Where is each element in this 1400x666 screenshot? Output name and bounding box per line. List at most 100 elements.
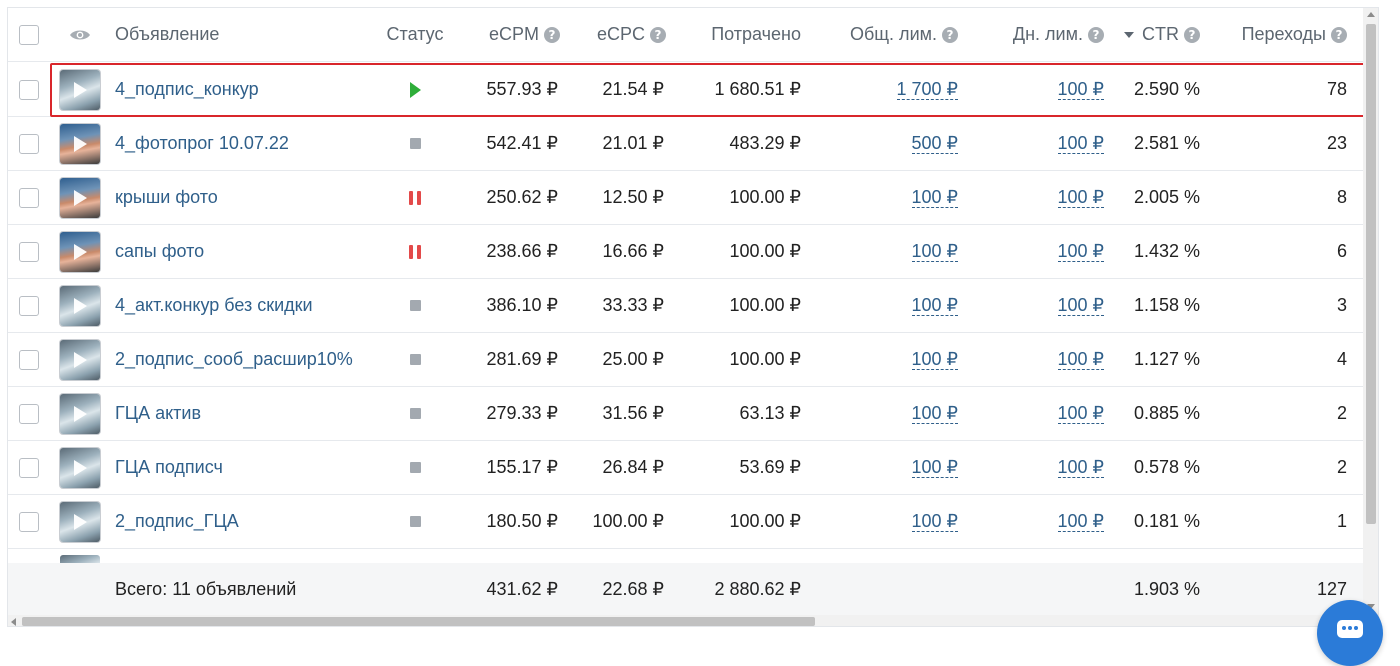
ad-daily-limit-link[interactable]: 100 ₽ xyxy=(1057,511,1104,532)
column-header-clicks[interactable]: Переходы? xyxy=(1208,8,1347,61)
ad-daily-limit-link[interactable]: 100 ₽ xyxy=(1057,133,1104,154)
help-icon[interactable]: ? xyxy=(1184,26,1200,43)
ad-thumbnail[interactable] xyxy=(60,339,100,380)
row-checkbox[interactable] xyxy=(19,349,39,370)
row-select-cell xyxy=(8,387,50,440)
ad-total-limit-link[interactable]: 1 700 ₽ xyxy=(896,79,958,100)
ad-thumbnail[interactable] xyxy=(60,69,100,110)
ad-name-link[interactable]: 4_подпис_конкур xyxy=(115,79,259,100)
status-stopped-icon[interactable] xyxy=(409,462,421,473)
visibility-column-toggle[interactable] xyxy=(60,8,100,61)
help-icon[interactable]: ? xyxy=(1331,26,1347,43)
select-all-checkbox[interactable] xyxy=(19,24,39,45)
ad-ctr: 1.127 % xyxy=(1133,349,1200,369)
column-header-daily-limit[interactable]: Дн. лим.? xyxy=(963,8,1104,61)
status-running-icon[interactable] xyxy=(409,81,421,98)
ad-name-cell: 4_акт.конкур без скидки xyxy=(115,279,375,332)
play-icon xyxy=(74,189,87,206)
ad-total-limit-link[interactable]: 500 ₽ xyxy=(911,133,958,154)
ad-ctr: 0.578 % xyxy=(1133,457,1200,477)
ad-total-limit-link[interactable]: 100 ₽ xyxy=(911,511,958,532)
ad-ecpm: 238.66 ₽ xyxy=(486,241,558,261)
status-stopped-icon[interactable] xyxy=(409,354,421,365)
vertical-scrollbar[interactable] xyxy=(1363,8,1378,615)
vertical-scrollbar-thumb[interactable] xyxy=(1366,24,1376,524)
ad-daily-limit-link[interactable]: 100 ₽ xyxy=(1057,295,1104,316)
status-stopped-icon[interactable] xyxy=(409,408,421,419)
ad-spent: 1 680.51 ₽ xyxy=(714,79,801,99)
ad-spent: 100.00 ₽ xyxy=(729,511,801,531)
column-header-ad[interactable]: Объявление xyxy=(115,8,375,61)
ad-total-limit-link[interactable]: 100 ₽ xyxy=(911,457,958,478)
ad-total-limit-cell: 100 ₽ xyxy=(808,171,958,224)
ad-thumbnail[interactable] xyxy=(60,177,100,218)
ad-ecpc: 31.56 ₽ xyxy=(602,403,665,423)
row-checkbox[interactable] xyxy=(19,187,39,208)
ad-daily-limit-link[interactable]: 100 ₽ xyxy=(1057,457,1104,478)
ad-name-link[interactable]: ГЦА актив xyxy=(115,403,201,424)
status-stopped-icon[interactable] xyxy=(409,516,421,527)
ad-daily-limit-link[interactable]: 100 ₽ xyxy=(1057,349,1104,370)
scroll-up-arrow-icon[interactable] xyxy=(1367,12,1375,17)
ad-thumbnail[interactable] xyxy=(60,285,100,326)
ad-daily-limit-link[interactable]: 100 ₽ xyxy=(1057,79,1104,100)
ad-name-link[interactable]: сапы фото xyxy=(115,241,204,262)
column-header-ecpm[interactable]: eCPM? xyxy=(460,8,560,61)
scroll-left-arrow-icon[interactable] xyxy=(11,618,16,626)
ad-daily-limit-cell: 100 ₽ xyxy=(963,333,1104,386)
ad-name-link[interactable]: ГЦА подписч xyxy=(115,457,223,478)
row-select-cell xyxy=(8,117,50,170)
ad-thumbnail[interactable] xyxy=(60,123,100,164)
ad-thumbnail[interactable] xyxy=(60,501,100,542)
ad-total-limit-link[interactable]: 100 ₽ xyxy=(911,349,958,370)
ad-daily-limit-link[interactable]: 100 ₽ xyxy=(1057,241,1104,262)
ad-thumbnail[interactable] xyxy=(60,231,100,272)
row-checkbox[interactable] xyxy=(19,403,39,424)
ad-name-link[interactable]: 4_акт.конкур без скидки xyxy=(115,295,313,316)
row-checkbox[interactable] xyxy=(19,79,39,100)
ad-total-limit-link[interactable]: 100 ₽ xyxy=(911,295,958,316)
ad-thumbnail[interactable] xyxy=(60,393,100,434)
ad-name-link[interactable]: крыши фото xyxy=(115,187,218,208)
column-header-ecpc[interactable]: eCPC? xyxy=(568,8,666,61)
status-stopped-icon[interactable] xyxy=(409,138,421,149)
row-checkbox[interactable] xyxy=(19,457,39,478)
status-paused-icon[interactable] xyxy=(409,244,421,259)
ad-total-limit-cell: 100 ₽ xyxy=(808,333,958,386)
ad-thumbnail[interactable] xyxy=(60,447,100,488)
totals-spent: 2 880.62 ₽ xyxy=(714,578,801,599)
ad-total-limit-link[interactable]: 100 ₽ xyxy=(911,403,958,424)
ad-name-link[interactable]: 2_подпис_сооб_расшир10% xyxy=(115,349,353,370)
ad-name-link[interactable]: 2_подпис_ГЦА xyxy=(115,511,239,532)
horizontal-scrollbar[interactable] xyxy=(8,615,1363,626)
column-header-spent[interactable]: Потрачено xyxy=(668,8,801,61)
row-checkbox[interactable] xyxy=(19,241,39,262)
help-icon[interactable]: ? xyxy=(650,26,666,43)
row-checkbox[interactable] xyxy=(19,511,39,532)
ad-total-limit-link[interactable]: 100 ₽ xyxy=(911,241,958,262)
column-header-ctr[interactable]: CTR? xyxy=(1108,8,1200,61)
row-checkbox[interactable] xyxy=(19,295,39,316)
ad-name-link[interactable]: 4_фотопрог 10.07.22 xyxy=(115,133,289,154)
status-stopped-icon[interactable] xyxy=(409,300,421,311)
help-icon[interactable]: ? xyxy=(942,26,958,43)
status-paused-icon[interactable] xyxy=(409,190,421,205)
help-icon[interactable]: ? xyxy=(544,26,560,43)
table-row: ГЦА актив 279.33 ₽ 31.56 ₽ 63.13 ₽ 100 ₽ 100 … xyxy=(8,387,1363,441)
play-icon xyxy=(74,135,87,152)
horizontal-scrollbar-thumb[interactable] xyxy=(22,617,815,626)
select-all-cell xyxy=(8,8,50,61)
help-icon[interactable]: ? xyxy=(1088,26,1104,43)
ad-ctr: 2.590 % xyxy=(1133,79,1200,99)
ad-total-limit-link[interactable]: 100 ₽ xyxy=(911,187,958,208)
ad-thumbnail-cell xyxy=(60,225,100,278)
ad-thumbnail-cell xyxy=(60,495,100,548)
row-checkbox[interactable] xyxy=(19,133,39,154)
ad-daily-limit-link[interactable]: 100 ₽ xyxy=(1057,403,1104,424)
ad-daily-limit-link[interactable]: 100 ₽ xyxy=(1057,187,1104,208)
chat-widget-button[interactable] xyxy=(1317,600,1383,666)
ad-ecpm: 155.17 ₽ xyxy=(486,457,558,477)
ad-total-limit-cell: 1 700 ₽ xyxy=(808,63,958,116)
column-header-status[interactable]: Статус xyxy=(376,8,454,61)
column-header-total-limit[interactable]: Общ. лим.? xyxy=(808,8,958,61)
